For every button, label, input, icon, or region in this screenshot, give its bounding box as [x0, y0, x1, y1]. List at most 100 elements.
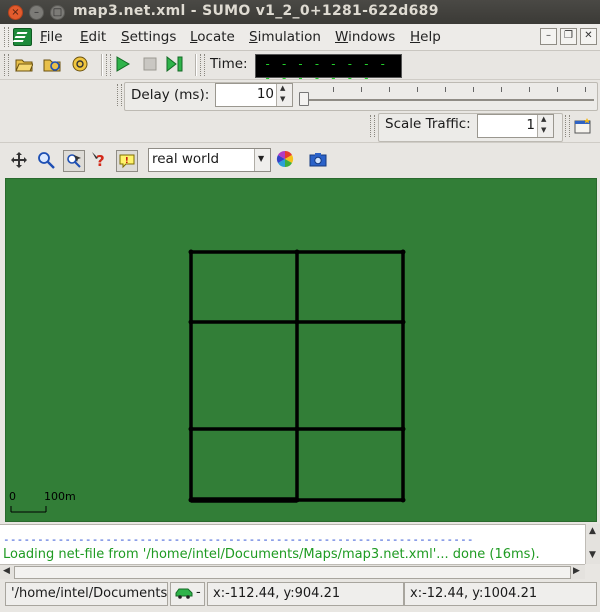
step-button[interactable] [166, 55, 184, 73]
menu-help[interactable]: Help [410, 29, 441, 45]
vehicle-indicator-dash: - [196, 585, 201, 600]
status-path-text: '/home/intel/Documents/ [11, 586, 168, 601]
locator-button[interactable] [63, 150, 85, 172]
menu-locate[interactable]: Locate [190, 29, 235, 45]
scale-bar [10, 506, 47, 513]
map-view[interactable]: 0 100m [5, 178, 597, 522]
restore-icon: ❐ [564, 30, 573, 41]
message-horizontal-scrollbar[interactable]: ◀ ▶ [0, 564, 585, 579]
junction [400, 249, 406, 255]
stop-button[interactable] [141, 55, 159, 73]
mdi-minimize-button[interactable]: – [540, 28, 557, 45]
status-gui-coordinates-text: x:-112.44, y:904.21 [213, 586, 341, 601]
title-bar: × – □ map3.net.xml - SUMO v1_2_0+1281-62… [0, 0, 600, 24]
message-window[interactable]: ----------------------------------------… [0, 524, 585, 565]
scroll-left-icon[interactable]: ◀ [3, 566, 10, 576]
delay-spinner-arrows[interactable] [276, 84, 292, 106]
color-scheme-value: real world [152, 151, 220, 167]
status-bar: '/home/intel/Documents/ - x:-112.44, y:9… [0, 579, 600, 612]
minimize-icon: – [546, 30, 551, 41]
menu-help-label: elp [420, 29, 441, 45]
status-gui-coordinates: x:-112.44, y:904.21 [207, 582, 404, 606]
delay-spinner[interactable]: 10 [215, 83, 293, 107]
recent-icon [72, 56, 88, 72]
menu-edit[interactable]: Edit [80, 29, 106, 45]
toolbar-grip[interactable] [200, 54, 205, 76]
menu-simulation-label: imulation [257, 29, 321, 45]
status-path: '/home/intel/Documents/ [5, 582, 168, 606]
menu-windows-label: indows [348, 29, 396, 45]
menu-settings[interactable]: Settings [121, 29, 176, 45]
message-vertical-scrollbar[interactable]: ▲ ▼ [585, 524, 600, 564]
slider-tick [473, 87, 474, 92]
slider-tick [389, 87, 390, 92]
horizontal-scroll-thumb[interactable] [14, 566, 571, 579]
menu-settings-mnemonic: S [121, 29, 130, 45]
scale-traffic-spinner[interactable]: 1 [477, 114, 554, 138]
screenshot-icon [309, 153, 327, 167]
mdi-close-button[interactable]: ✕ [580, 28, 597, 45]
edit-coloring-button[interactable] [276, 150, 294, 168]
zoom-button[interactable] [37, 151, 55, 169]
menu-simulation-mnemonic: S [249, 29, 258, 45]
toolbar-grip[interactable] [370, 115, 375, 137]
help-button[interactable]: ? [91, 151, 109, 169]
junction [400, 497, 406, 503]
toolbar-grip[interactable] [4, 27, 9, 47]
junction [294, 249, 300, 255]
toolbar-grip[interactable] [565, 115, 570, 137]
maximize-window-button[interactable]: □ [50, 5, 65, 20]
stop-icon [143, 57, 157, 71]
junction [188, 497, 194, 503]
slider-tick [333, 87, 334, 92]
mdi-restore-button[interactable]: ❐ [560, 28, 577, 45]
run-button[interactable] [114, 55, 132, 73]
tooltip-icon: ! [119, 154, 135, 169]
message-separator: ----------------------------------------… [3, 533, 474, 546]
minimize-window-button[interactable]: – [29, 5, 44, 20]
color-scheme-select[interactable]: real world [148, 148, 271, 172]
play-icon [116, 56, 130, 72]
toolbar-grip[interactable] [106, 54, 111, 76]
scale-spinner-arrows[interactable] [537, 115, 553, 137]
junction [188, 319, 194, 325]
delay-slider-track[interactable] [302, 99, 594, 101]
menu-simulation[interactable]: Simulation [249, 29, 321, 45]
app-icon [13, 28, 32, 46]
scale-traffic-value: 1 [526, 117, 535, 133]
recent-button[interactable] [71, 55, 89, 73]
toolbar-grip[interactable] [117, 84, 122, 106]
screenshot-button[interactable] [309, 150, 327, 168]
scroll-right-icon[interactable]: ▶ [573, 566, 580, 576]
menu-windows[interactable]: Windows [335, 29, 395, 45]
view-toolbar: ? ! [0, 145, 600, 175]
reload-button[interactable] [43, 55, 61, 73]
status-geo-coordinates-text: x:-12.44, y:1004.21 [410, 586, 538, 601]
step-icon [166, 56, 183, 72]
status-geo-coordinates: x:-12.44, y:1004.21 [404, 582, 597, 606]
junction [400, 319, 406, 325]
open-button[interactable] [15, 55, 33, 73]
slider-tick [557, 87, 558, 92]
close-window-button[interactable]: × [8, 5, 23, 20]
slider-tick [501, 87, 502, 92]
toolbar-separator [195, 54, 197, 76]
message-log-line: Loading net-file from '/home/intel/Docum… [3, 547, 540, 562]
scroll-up-icon[interactable]: ▲ [589, 526, 596, 536]
menu-help-mnemonic: H [410, 29, 421, 45]
road-network [10, 249, 406, 513]
open-icon [15, 59, 33, 72]
delay-slider-thumb[interactable] [299, 92, 309, 106]
toolbar-grip[interactable] [4, 54, 9, 76]
menu-file[interactable]: File [40, 29, 63, 45]
zoom-icon [38, 152, 55, 169]
recenter-button[interactable] [10, 151, 28, 169]
tooltip-toggle-button[interactable]: ! [116, 150, 138, 172]
scale-distance-label: 100m [44, 490, 76, 503]
junction [294, 426, 300, 432]
new-view-button[interactable] [574, 117, 592, 135]
slider-tick [361, 87, 362, 92]
scroll-down-icon[interactable]: ▼ [589, 550, 596, 560]
vehicle-indicator[interactable]: - [170, 582, 205, 606]
chevron-down-icon[interactable] [254, 149, 270, 171]
